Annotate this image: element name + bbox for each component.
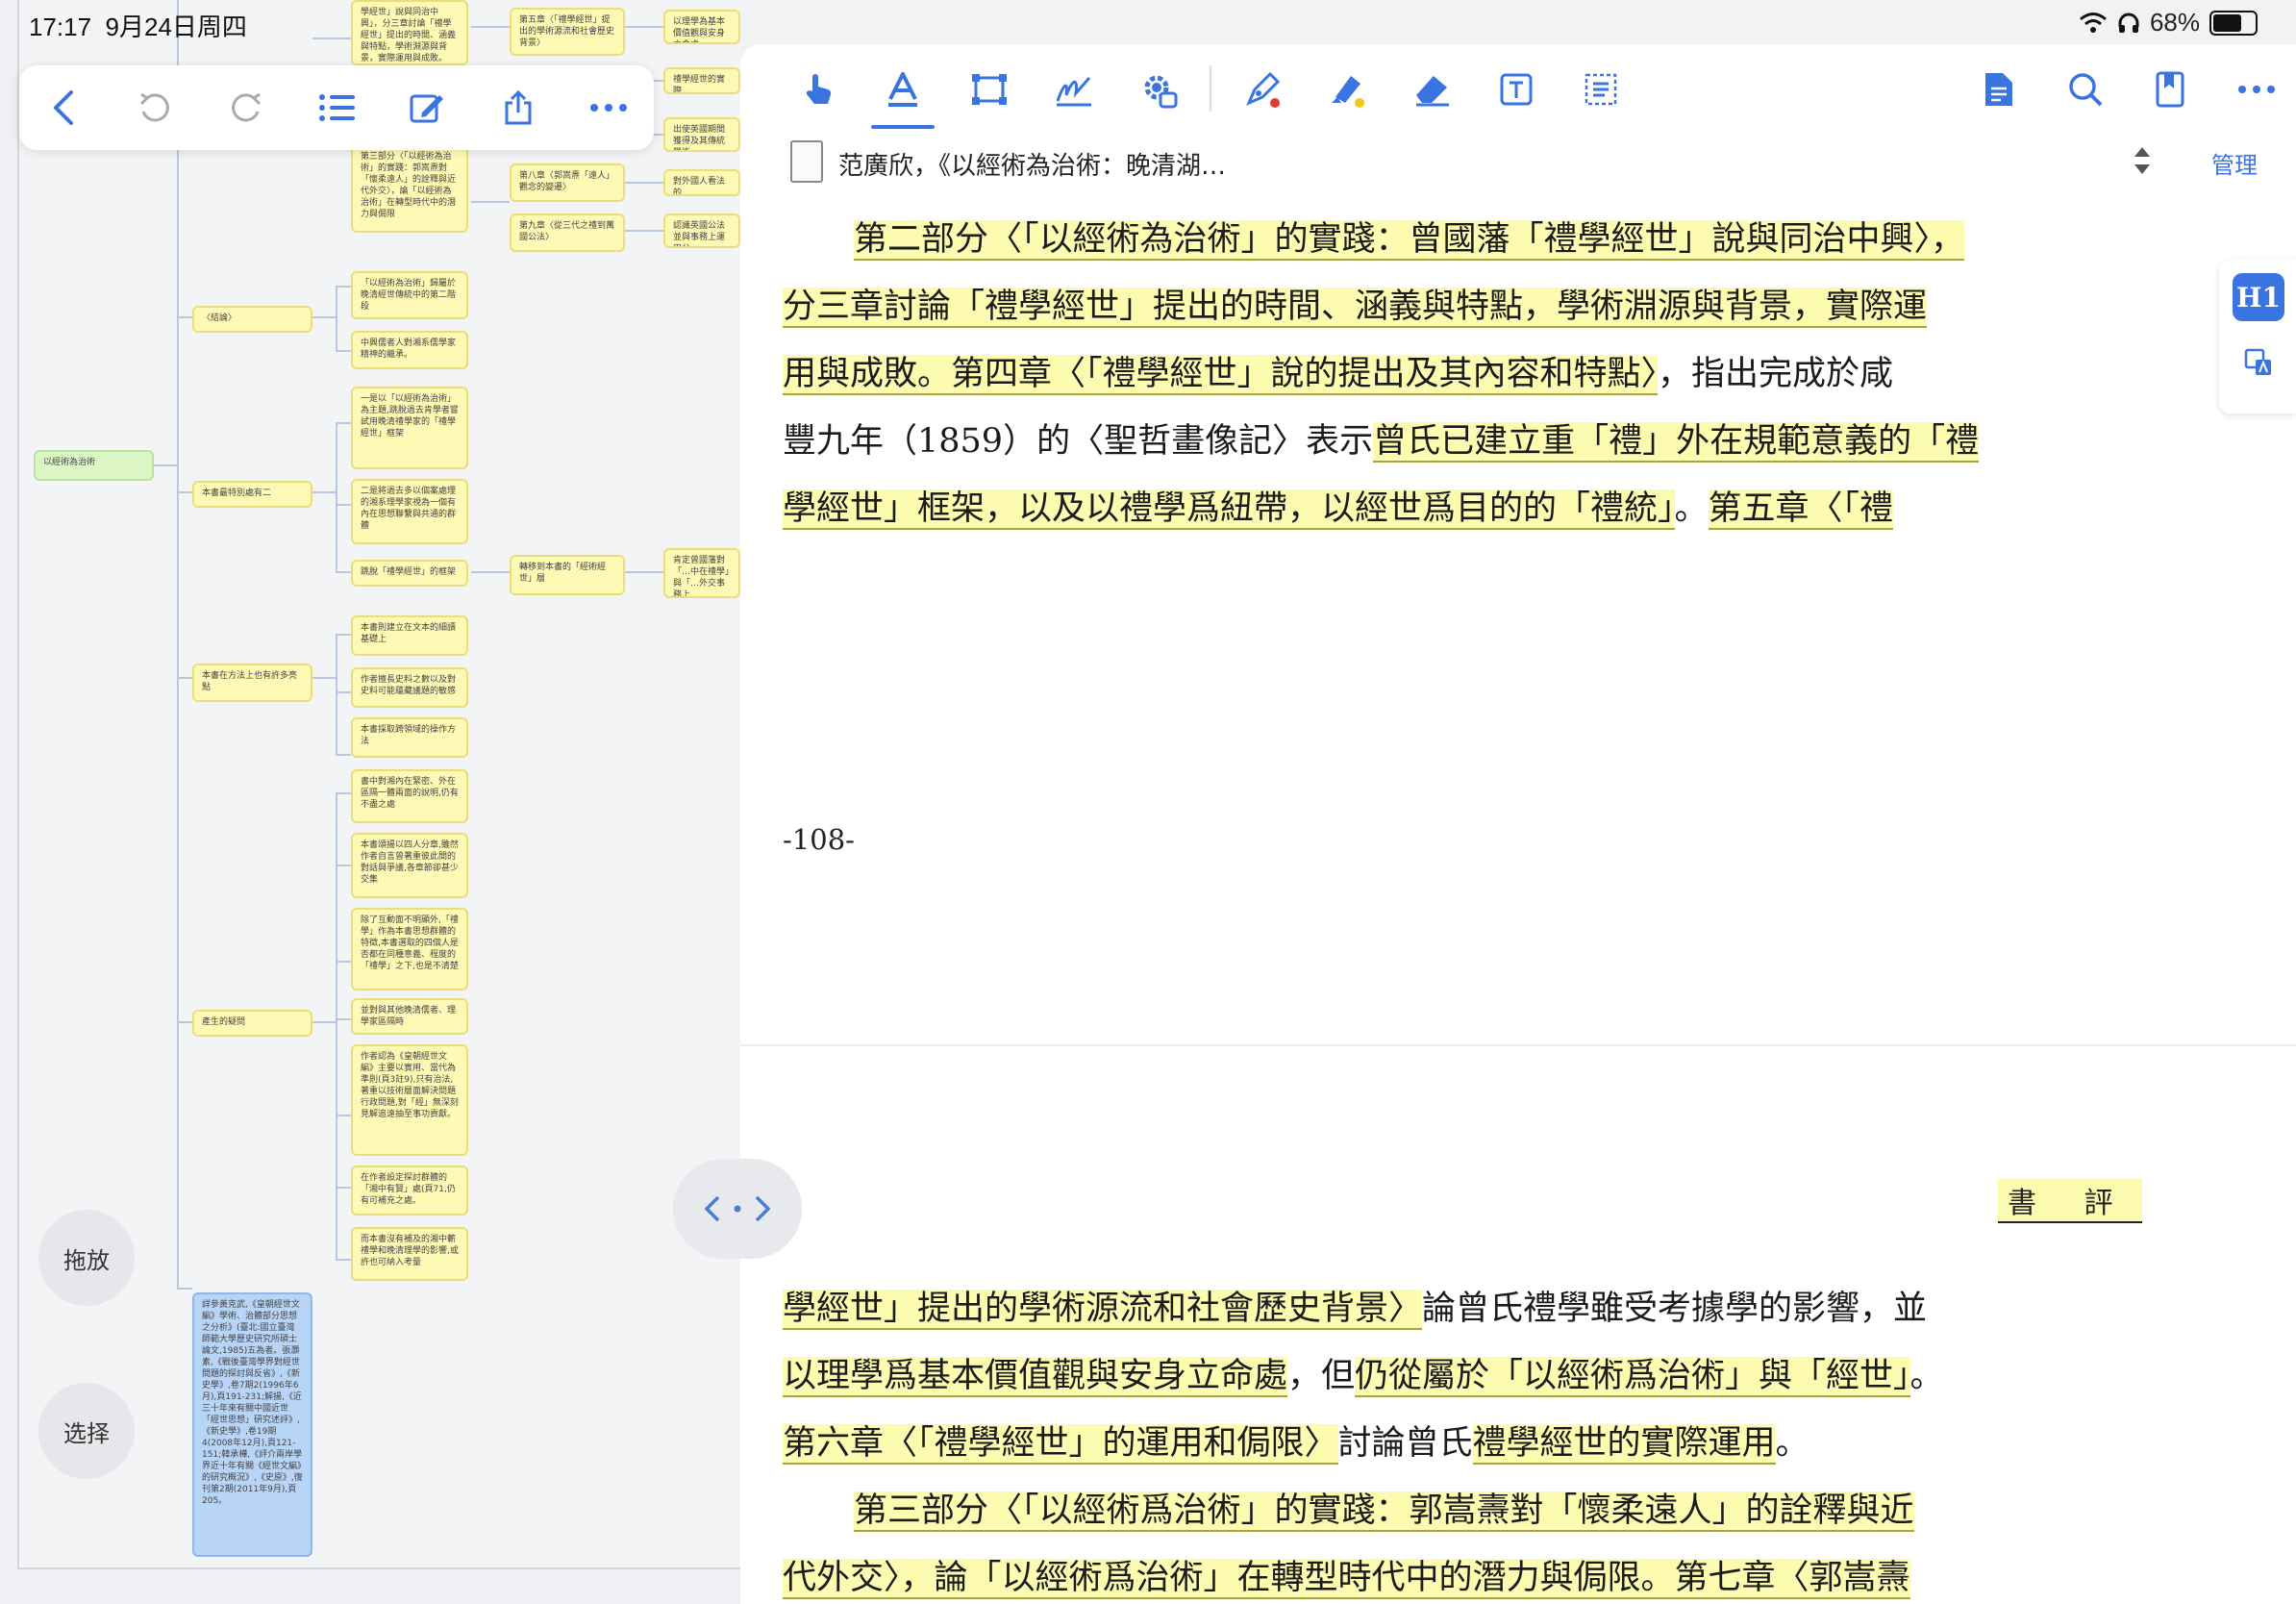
wifi-icon (2079, 12, 2107, 33)
document-title[interactable]: 范廣欣，《以經術為治術：晚清湖… (838, 146, 1226, 182)
pdf-text-line: 豐九年（1859）的〈聖哲畫像記〉表示曾氏已建立重「禮」外在規範意義的「禮 (783, 422, 1980, 463)
eraser-icon[interactable] (1410, 67, 1454, 112)
more-icon[interactable] (2234, 67, 2279, 112)
mindmap-node[interactable]: 作者認為《皇朝經世文編》主要以實用、當代為準則(頁3註9),只有治法,著重以技術… (351, 1044, 468, 1156)
mindmap-node[interactable]: 一是以「以經術為治術」為主題,跳脫過去肯學者嘗試用晚清禮學家的「禮學經世」框架 (351, 387, 468, 469)
mindmap-node[interactable]: 肯定曾國藩對「…中在禮學」與「…外交事務上… (663, 548, 740, 598)
list-icon[interactable] (317, 88, 356, 127)
ocr-icon[interactable] (1579, 67, 1623, 112)
annotation-toolbar (740, 44, 2296, 133)
pdf-text-line: 用與成敗。第四章〈「禮學經世」說的提出及其內容和特點〉，指出完成於咸 (783, 355, 1894, 395)
mindmap-node[interactable]: 本書最特別處有二 (192, 481, 312, 508)
mindmap-node[interactable]: 而本書沒有補及的湘中蘄禮學和晚清理學的影響,或許也可納入考量 (351, 1227, 468, 1281)
pdf-text-line: 第二部分〈「以經術為治術」的實踐：曾國藩「禮學經世」說與同治中興〉， (854, 220, 1965, 261)
pdf-page-content[interactable]: 第二部分〈「以經術為治術」的實踐：曾國藩「禮學經世」說與同治中興〉， 分三章討論… (740, 190, 2296, 1604)
chevron-left-icon (704, 1195, 720, 1222)
mindmap-toolbar (19, 65, 654, 150)
translate-icon[interactable] (2244, 348, 2273, 377)
mindmap-node[interactable]: 對外國人看法的 (663, 169, 740, 196)
headphones-icon (2118, 13, 2139, 33)
search-icon[interactable] (2063, 67, 2108, 112)
redo-icon[interactable] (227, 88, 265, 127)
active-tool-indicator (871, 125, 935, 129)
more-icon[interactable] (589, 88, 628, 127)
mindmap-node[interactable]: 第八章〈郭嵩燾「遠人」觀念的變遷〉 (510, 163, 625, 202)
mindmap-node[interactable]: 本書則建立在文本的細讀基礎上 (351, 615, 468, 656)
mindmap-node[interactable]: 跳脫「禮學經世」的框架 (351, 560, 468, 587)
mindmap-node[interactable]: 作者擅長史料之數以及對史料可能蘊藏議題的敏感 (351, 667, 468, 708)
mindmap-node[interactable]: 以理學為基本價值觀與安身立命處 (663, 10, 740, 44)
mindmap-node[interactable]: 本書採取跨領域的操作方法 (351, 717, 468, 758)
textbox-icon[interactable] (1494, 67, 1538, 112)
pdf-pane: 范廣欣，《以經術為治術：晚清湖… 管理 第二部分〈「以經術為治術」的實踐：曾國藩… (740, 44, 2296, 1604)
sort-arrows-icon[interactable] (2133, 144, 2152, 177)
heading-button[interactable]: H1 (2233, 273, 2284, 321)
split-view-handle[interactable] (673, 1159, 802, 1259)
mindmap-node[interactable]: 產生的疑問 (192, 1010, 312, 1037)
settings-gear-icon[interactable] (1136, 67, 1181, 112)
hand-icon[interactable] (796, 67, 840, 112)
mindmap-node[interactable]: 認識英國公法並與事務上運用公… (663, 213, 740, 248)
running-header: 書 評 (1998, 1179, 2142, 1223)
document-icon[interactable] (1977, 67, 2021, 112)
pen-icon[interactable] (1240, 67, 1285, 112)
page-separator (740, 1044, 2296, 1046)
edit-icon[interactable] (408, 88, 446, 127)
bookmark-icon[interactable] (2148, 67, 2192, 112)
share-icon[interactable] (499, 88, 537, 127)
battery-percent: 68% (2149, 8, 2200, 37)
back-icon[interactable] (45, 88, 84, 127)
mindmap-node[interactable]: 學經世」說與同治中興」，分三章討論「禮學經世」提出的時間、涵義與特點，學術淵源與… (351, 0, 468, 65)
chevron-right-icon (755, 1195, 771, 1222)
manage-button[interactable]: 管理 (2211, 146, 2258, 180)
undo-icon[interactable] (136, 88, 174, 127)
mindmap-node[interactable]: 〈結論〉 (192, 306, 312, 333)
pdf-text-line: 第三部分〈「以經術爲治術」的實踐：郭嵩燾對「懷柔遠人」的詮釋與近 (854, 1491, 1914, 1532)
highlighter-icon[interactable] (1325, 67, 1369, 112)
floating-tool-panel: H1 (2219, 260, 2296, 414)
mindmap-node[interactable]: 二是將過去多以個案處理的湘系理學家視為一個有內在思想聯繫與共通的群體 (351, 479, 468, 544)
mindmap-root-node[interactable]: 以經術為治術 (34, 450, 154, 481)
pdf-text-line: 代外交〉，論「以經術爲治術」在轉型時代中的潛力與侷限。第七章〈郭嵩燾 (783, 1559, 1910, 1599)
pdf-text-line: 第六章〈「禮學經世」的運用和侷限〉討論曾氏禮學經世的實際運用。 (783, 1424, 1809, 1465)
pen-color-dot (1270, 98, 1280, 108)
select-mode-button[interactable]: 选择 (38, 1383, 135, 1479)
toolbar-divider (1210, 65, 1211, 112)
mindmap-node[interactable]: 並對與其他晚清儒者、理學家區隔時 (351, 998, 468, 1035)
mindmap-footnote-node[interactable]: 詳參黃克武,《皇朝經世文編》學術、治體部分思想之分析》(臺北:國立臺灣師範大學歷… (192, 1292, 312, 1557)
mindmap-node[interactable]: 轉移到本書的「經術經世」層 (510, 555, 625, 595)
text-annotate-icon[interactable] (881, 67, 925, 112)
dot-icon (734, 1205, 741, 1213)
mindmap-node[interactable]: 第九章〈從三代之禮到萬國公法〉 (510, 213, 625, 252)
mindmap-node[interactable]: 本書在方法上也有許多亮點 (192, 664, 312, 702)
status-right: 68% (2079, 8, 2258, 38)
drag-mode-button[interactable]: 拖放 (38, 1210, 135, 1306)
pdf-text-line: 分三章討論「禮學經世」提出的時間、涵義與特點，學術淵源與背景，實際運 (783, 288, 1928, 328)
pdf-file-icon (790, 140, 823, 183)
mindmap-node[interactable]: 「以經術為治術」歸屬於晚清經世傳統中的第二階段 (351, 271, 468, 319)
mindmap-node[interactable]: 本書頌揚以四人分章,雖然作者自言曾著重彼此間的對話與爭議,各章節卻甚少交集 (351, 833, 468, 898)
mindmap-node[interactable]: 中興儒者人對湘系儒學家精神的繼承。 (351, 331, 468, 369)
pdf-text-line: 學經世」提出的學術源流和社會歷史背景〉論曾氏禮學雖受考據學的影響，並 (783, 1290, 1928, 1330)
pdf-text-line: 以理學爲基本價值觀與安身立命處，但仍從屬於「以經術爲治術」與「經世」。 (783, 1357, 1944, 1397)
mindmap-node[interactable]: 禮學經世的實際… (663, 67, 740, 94)
mindmap-node[interactable]: 第三部分〈「以經術為治術」的實踐：郭嵩燾對「懷柔遠人」的詮釋與近代外交〉，論「以… (351, 144, 468, 233)
mindmap-node[interactable]: 除了互動面不明顯外,「禮學」作為本書思想群體的特徵,本書選取的四個人是否都在同種… (351, 908, 468, 990)
mindmap-node[interactable]: 第五章〈「禮學經世」提出的學術源流和社會歷史背景〉 (510, 8, 625, 56)
sign-icon[interactable] (1052, 67, 1096, 112)
rectangle-select-icon[interactable] (967, 67, 1011, 112)
battery-icon (2209, 10, 2258, 36)
mindmap-node[interactable]: 書中對湘內在緊密、外在區隔一體兩面的說明,仍有不盡之處 (351, 769, 468, 823)
document-tab-bar: 范廣欣，《以經術為治術：晚清湖… 管理 (740, 133, 2296, 191)
mindmap-node[interactable]: 在作者設定探討群體的「湘中有賢」處(頁71,仍有可補充之處。 (351, 1165, 468, 1216)
page-number: -108- (783, 823, 855, 856)
mindmap-pane: 學經世」說與同治中興」，分三章討論「禮學經世」提出的時間、涵義與特點，學術淵源與… (0, 0, 740, 1604)
pdf-text-line: 學經世」框架，以及以禮學爲紐帶，以經世爲目的的「禮統」。第五章〈「禮 (783, 489, 1894, 530)
mindmap-node[interactable]: 出使英國期間獲得及其傳統學術 (663, 117, 740, 152)
